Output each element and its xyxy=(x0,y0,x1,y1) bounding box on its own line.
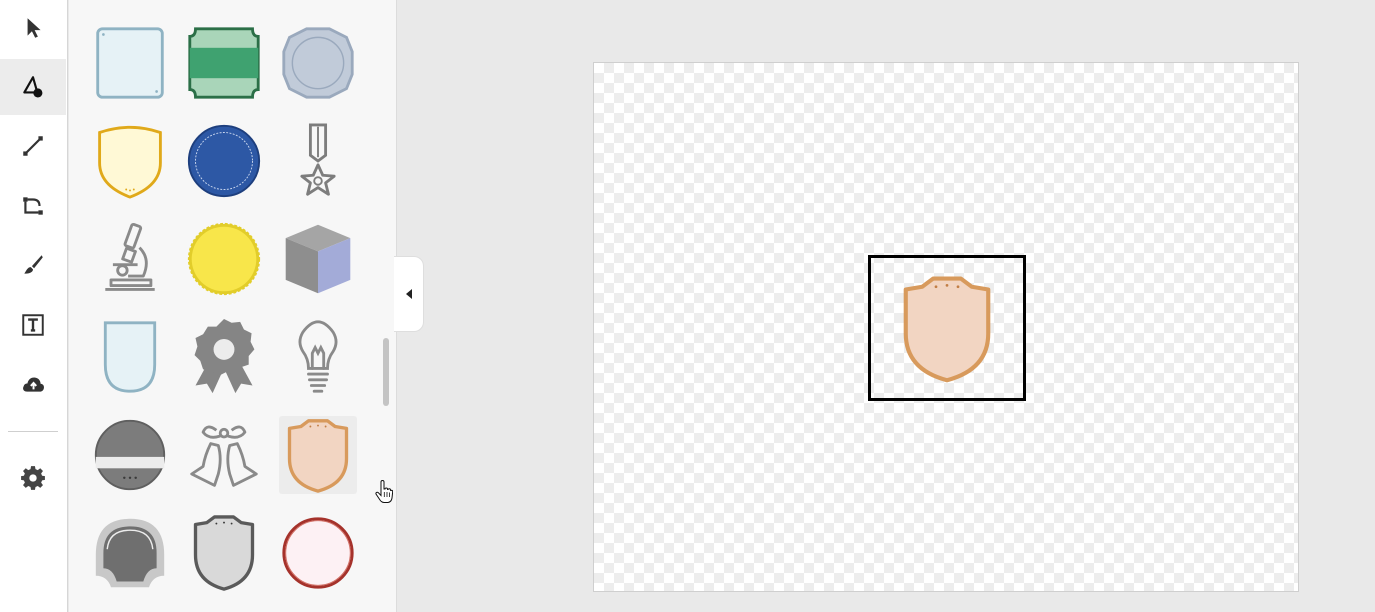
left-toolbar xyxy=(0,0,68,612)
blue-round-seal-icon xyxy=(187,124,261,198)
gray-shield-icon xyxy=(193,515,255,591)
shape-red-ring-circle[interactable] xyxy=(279,514,357,592)
shape-gray-shield[interactable] xyxy=(185,514,263,592)
gray-arch-badge-icon xyxy=(95,518,165,588)
upload-tool-button[interactable] xyxy=(0,356,66,412)
shape-yellow-shield[interactable] xyxy=(91,122,169,200)
select-tool-button[interactable] xyxy=(0,0,66,56)
cube-icon xyxy=(285,224,351,294)
shape-square-plaque[interactable] xyxy=(91,24,169,102)
yellow-sun-seal-icon xyxy=(187,222,261,296)
text-box-icon xyxy=(22,314,44,336)
shape-gray-arch-badge[interactable] xyxy=(91,514,169,592)
peach-shield-icon xyxy=(903,276,991,383)
cloud-upload-icon xyxy=(23,377,44,392)
octagon-seal-icon xyxy=(282,27,354,99)
fill-tool-button[interactable] xyxy=(0,59,66,115)
settings-button[interactable] xyxy=(0,450,66,506)
shape-blue-round-seal[interactable] xyxy=(185,122,263,200)
text-tool-button[interactable] xyxy=(0,297,66,353)
toolbar-divider xyxy=(8,431,58,432)
line-tool-icon xyxy=(23,136,43,156)
design-canvas[interactable] xyxy=(593,62,1299,592)
shape-octagon-seal[interactable] xyxy=(279,24,357,102)
peach-shield-icon xyxy=(287,419,349,493)
collapse-left-icon xyxy=(405,289,412,299)
shape-gray-banner-circle[interactable] xyxy=(91,416,169,494)
yellow-shield-icon xyxy=(98,125,162,199)
paint-brush-icon xyxy=(24,255,43,274)
shape-bells[interactable] xyxy=(185,416,263,494)
brush-tool-button[interactable] xyxy=(0,237,66,293)
star-medal-icon xyxy=(300,123,336,196)
shape-cube[interactable] xyxy=(279,220,357,298)
light-blue-shield-icon xyxy=(103,321,157,393)
shape-microscope[interactable] xyxy=(91,220,169,298)
red-ring-circle-icon xyxy=(282,517,354,589)
selected-shape-peach-shield[interactable] xyxy=(868,255,1026,401)
shape-star-medal[interactable] xyxy=(279,122,357,200)
shape-peach-shield[interactable] xyxy=(279,416,357,494)
shape-green-scroll-badge[interactable] xyxy=(185,24,263,102)
gray-banner-circle-icon xyxy=(94,419,166,491)
shape-rosette-award[interactable] xyxy=(185,318,263,396)
shape-blue-shield-plain[interactable] xyxy=(91,318,169,396)
square-plaque-badge-icon xyxy=(96,27,164,99)
shape-library-panel xyxy=(69,0,397,612)
panel-scrollbar-track[interactable] xyxy=(382,20,390,612)
green-scroll-badge-icon xyxy=(188,27,260,99)
light-bulb-icon xyxy=(298,320,338,393)
gear-icon xyxy=(21,466,45,490)
shape-light-bulb[interactable] xyxy=(279,318,357,396)
shape-sun-seal[interactable] xyxy=(185,220,263,298)
wedding-bells-icon xyxy=(190,425,258,487)
pointer-arrow-icon xyxy=(27,18,41,38)
line-tool-button[interactable] xyxy=(0,118,66,174)
paint-fill-icon xyxy=(23,76,43,98)
connector-tool-button[interactable] xyxy=(0,178,66,234)
panel-scrollbar-thumb[interactable] xyxy=(383,338,389,406)
microscope-icon xyxy=(105,222,155,291)
collapse-panel-button[interactable] xyxy=(394,256,424,332)
connector-tool-icon xyxy=(23,197,43,215)
rosette-award-icon xyxy=(194,319,255,394)
